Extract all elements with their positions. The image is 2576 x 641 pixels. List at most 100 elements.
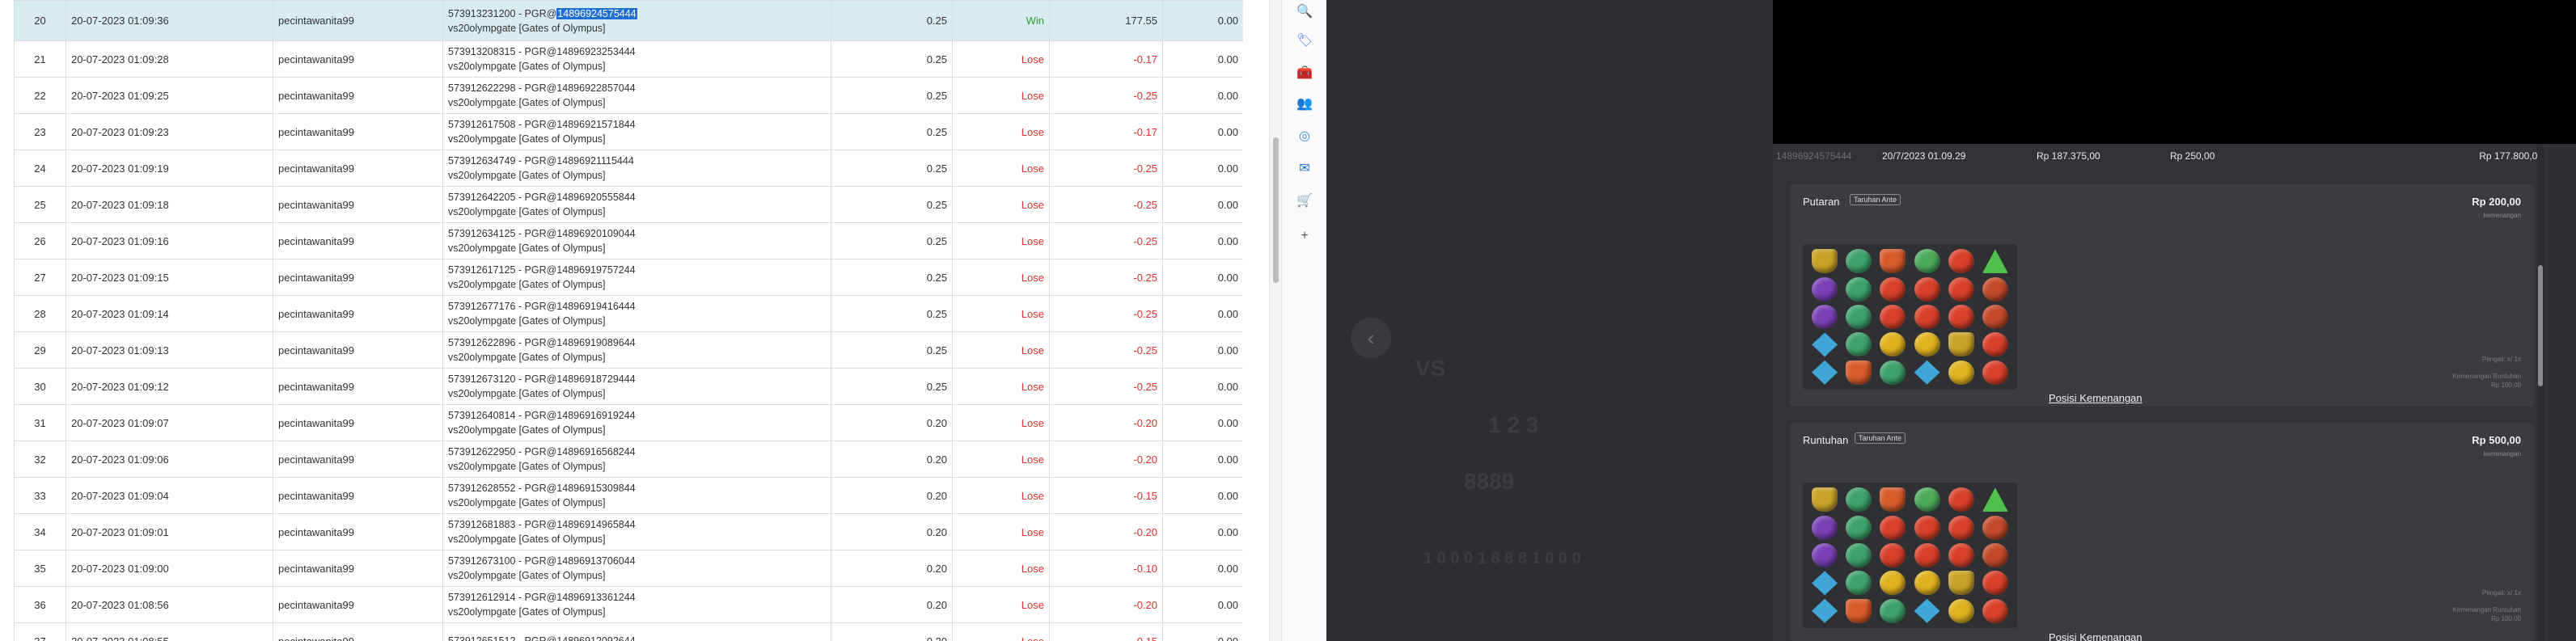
- table-row[interactable]: 21 20-07-2023 01:09:28 pecintawanita99 5739…: [14, 40, 1243, 78]
- game-name: vs20olympgate [Gates of Olympus]: [448, 279, 606, 290]
- winning-position-link[interactable]: Posisi Kemenangan: [2049, 631, 2142, 641]
- gem-symbol-icon: [1880, 276, 1906, 302]
- row-winlose: -0.25: [1049, 186, 1163, 223]
- row-date: 20-07-2023 01:09:15: [66, 259, 273, 296]
- previous-arrow-button[interactable]: ‹: [1351, 318, 1391, 358]
- screen: 20 20-07-2023 01:09:36 pecintawanita99 5739…: [0, 0, 2576, 641]
- row-result: Lose: [952, 77, 1050, 114]
- row-winlose: -0.20: [1049, 404, 1163, 441]
- row-username: pecintawanita99: [273, 40, 443, 78]
- table-row[interactable]: 34 20-07-2023 01:09:01 pecintawanita99 5739…: [14, 513, 1243, 550]
- row-bet: 0.25: [831, 40, 953, 78]
- toolbox-icon[interactable]: 🧰: [1295, 63, 1314, 82]
- cascade-win-label: Kemenangan Runtuhan: [2452, 373, 2521, 380]
- row-number: 37: [14, 622, 66, 641]
- details-scrollbar[interactable]: [2537, 144, 2544, 641]
- row-balance: 0.00: [1162, 513, 1243, 550]
- table-row[interactable]: 25 20-07-2023 01:09:18 pecintawanita99 5739…: [14, 186, 1243, 223]
- round-balance: Rp 187.375,00: [2037, 150, 2100, 162]
- gem-symbol-icon: [1914, 304, 1940, 329]
- add-icon[interactable]: +: [1295, 226, 1314, 246]
- panel-amount: Rp 500,00: [2472, 434, 2521, 446]
- table-row[interactable]: 22 20-07-2023 01:09:25 pecintawanita99 5739…: [14, 77, 1243, 114]
- row-bet: 0.25: [831, 331, 953, 369]
- description-line1: 573912634749 - PGR@14896921115444: [448, 154, 826, 168]
- spin-panel: Putaran Taruhan Ante Rp 200,00 kemenanga…: [1790, 184, 2534, 407]
- round-reference: 573912612914 - PGR@14896913361244: [448, 592, 636, 603]
- shopping-icon[interactable]: 🛒: [1295, 191, 1314, 210]
- table-row[interactable]: 28 20-07-2023 01:09:14 pecintawanita99 5739…: [14, 295, 1243, 332]
- row-bet: 0.25: [831, 77, 953, 114]
- row-balance: 0.00: [1162, 150, 1243, 187]
- gem-symbol-icon: [1982, 571, 2008, 596]
- game-name: vs20olympgate [Gates of Olympus]: [448, 533, 606, 545]
- row-description: 573912612914 - PGR@14896913361244 vs20oly…: [442, 586, 831, 623]
- details-scrollbar-thumb[interactable]: [2538, 265, 2543, 386]
- table-row[interactable]: 27 20-07-2023 01:09:15 pecintawanita99 5739…: [14, 259, 1243, 296]
- row-date: 20-07-2023 01:09:16: [66, 222, 273, 259]
- row-balance: 0.00: [1162, 186, 1243, 223]
- row-result: Lose: [952, 550, 1050, 587]
- row-balance: 0.00: [1162, 113, 1243, 150]
- search-icon[interactable]: 🔍: [1295, 2, 1314, 21]
- row-bet: 0.25: [831, 113, 953, 150]
- panel-subtitle: kemenangan: [2483, 212, 2521, 219]
- table-row[interactable]: 30 20-07-2023 01:09:12 pecintawanita99 5739…: [14, 368, 1243, 405]
- table-row[interactable]: 37 20-07-2023 01:08:55 pecintawanita99 5739…: [14, 622, 1243, 641]
- table-row[interactable]: 32 20-07-2023 01:09:06 pecintawanita99 5739…: [14, 441, 1243, 478]
- row-date: 20-07-2023 01:09:23: [66, 113, 273, 150]
- gem-symbol-icon: [1914, 598, 1940, 623]
- tag-icon[interactable]: 🏷: [1295, 31, 1314, 50]
- row-username: pecintawanita99: [273, 586, 443, 623]
- row-username: pecintawanita99: [273, 513, 443, 550]
- row-date: 20-07-2023 01:08:55: [66, 622, 273, 641]
- game-name: vs20olympgate [Gates of Olympus]: [448, 315, 606, 327]
- table-row[interactable]: 29 20-07-2023 01:09:13 pecintawanita99 5739…: [14, 331, 1243, 369]
- description-line1: 573912628552 - PGR@14896915309844: [448, 481, 826, 496]
- row-balance: 0.00: [1162, 222, 1243, 259]
- row-description: 573912651512 - PGR@14896912092644: [442, 622, 831, 641]
- winning-position-link[interactable]: Posisi Kemenangan: [2049, 392, 2142, 404]
- row-description: 573912634749 - PGR@14896921115444 vs20oly…: [442, 150, 831, 187]
- table-row[interactable]: 35 20-07-2023 01:09:00 pecintawanita99 5739…: [14, 550, 1243, 587]
- selected-text[interactable]: 14896924575444: [556, 7, 637, 19]
- round-date: 20/7/2023 01.09.29: [1882, 150, 1966, 162]
- panel-amount: Rp 200,00: [2472, 196, 2521, 208]
- round-id: 14896924575444: [1776, 150, 1852, 162]
- row-username: pecintawanita99: [273, 186, 443, 223]
- table-row[interactable]: 24 20-07-2023 01:09:19 pecintawanita99 5739…: [14, 150, 1243, 187]
- table-row[interactable]: 31 20-07-2023 01:09:07 pecintawanita99 5739…: [14, 404, 1243, 441]
- row-result: Win: [952, 0, 1050, 41]
- gem-symbol-icon: [1982, 332, 2008, 357]
- description-line1: 573913231200 - PGR@14896924575444: [448, 6, 826, 21]
- gem-symbol-icon: [1846, 487, 1872, 512]
- row-number: 23: [14, 113, 66, 150]
- row-number: 34: [14, 513, 66, 550]
- history-scrollbar-thumb[interactable]: [1273, 137, 1279, 283]
- row-result: Lose: [952, 368, 1050, 405]
- panel-title: Runtuhan: [1803, 434, 1849, 446]
- round-reference: 573912673120 - PGR@14896918729444: [448, 373, 636, 385]
- gem-symbol-icon: [1812, 487, 1838, 512]
- table-row[interactable]: 36 20-07-2023 01:08:56 pecintawanita99 5739…: [14, 586, 1243, 623]
- row-description: 573912622298 - PGR@14896922857044 vs20oly…: [442, 77, 831, 114]
- table-row[interactable]: 33 20-07-2023 01:09:04 pecintawanita99 5739…: [14, 477, 1243, 514]
- outlook-icon[interactable]: ✉: [1295, 158, 1314, 178]
- table-row[interactable]: 23 20-07-2023 01:09:23 pecintawanita99 5739…: [14, 113, 1243, 150]
- table-row[interactable]: 26 20-07-2023 01:09:16 pecintawanita99 5739…: [14, 222, 1243, 259]
- symbol-grid: [1803, 244, 2017, 390]
- table-row[interactable]: 20 20-07-2023 01:09:36 pecintawanita99 5739…: [14, 0, 1243, 41]
- row-description: 573912681883 - PGR@14896914965844 vs20oly…: [442, 513, 831, 550]
- copilot-icon[interactable]: ◎: [1295, 126, 1314, 145]
- panel-title: Putaran: [1803, 196, 1840, 208]
- multiplier-note: Pengali: x/ 1x: [2481, 589, 2521, 597]
- people-icon[interactable]: 👥: [1295, 94, 1314, 113]
- gem-symbol-icon: [1982, 515, 2008, 540]
- round-reference: 573913208315 - PGR@14896923253444: [448, 46, 636, 57]
- row-balance: 0.00: [1162, 477, 1243, 514]
- gem-symbol-icon: [1982, 360, 2008, 385]
- history-scrollbar[interactable]: [1269, 0, 1281, 641]
- gem-symbol-icon: [1948, 304, 1974, 329]
- gem-symbol-icon: [1812, 360, 1838, 385]
- round-reference: 573912677176 - PGR@14896919416444: [448, 301, 636, 312]
